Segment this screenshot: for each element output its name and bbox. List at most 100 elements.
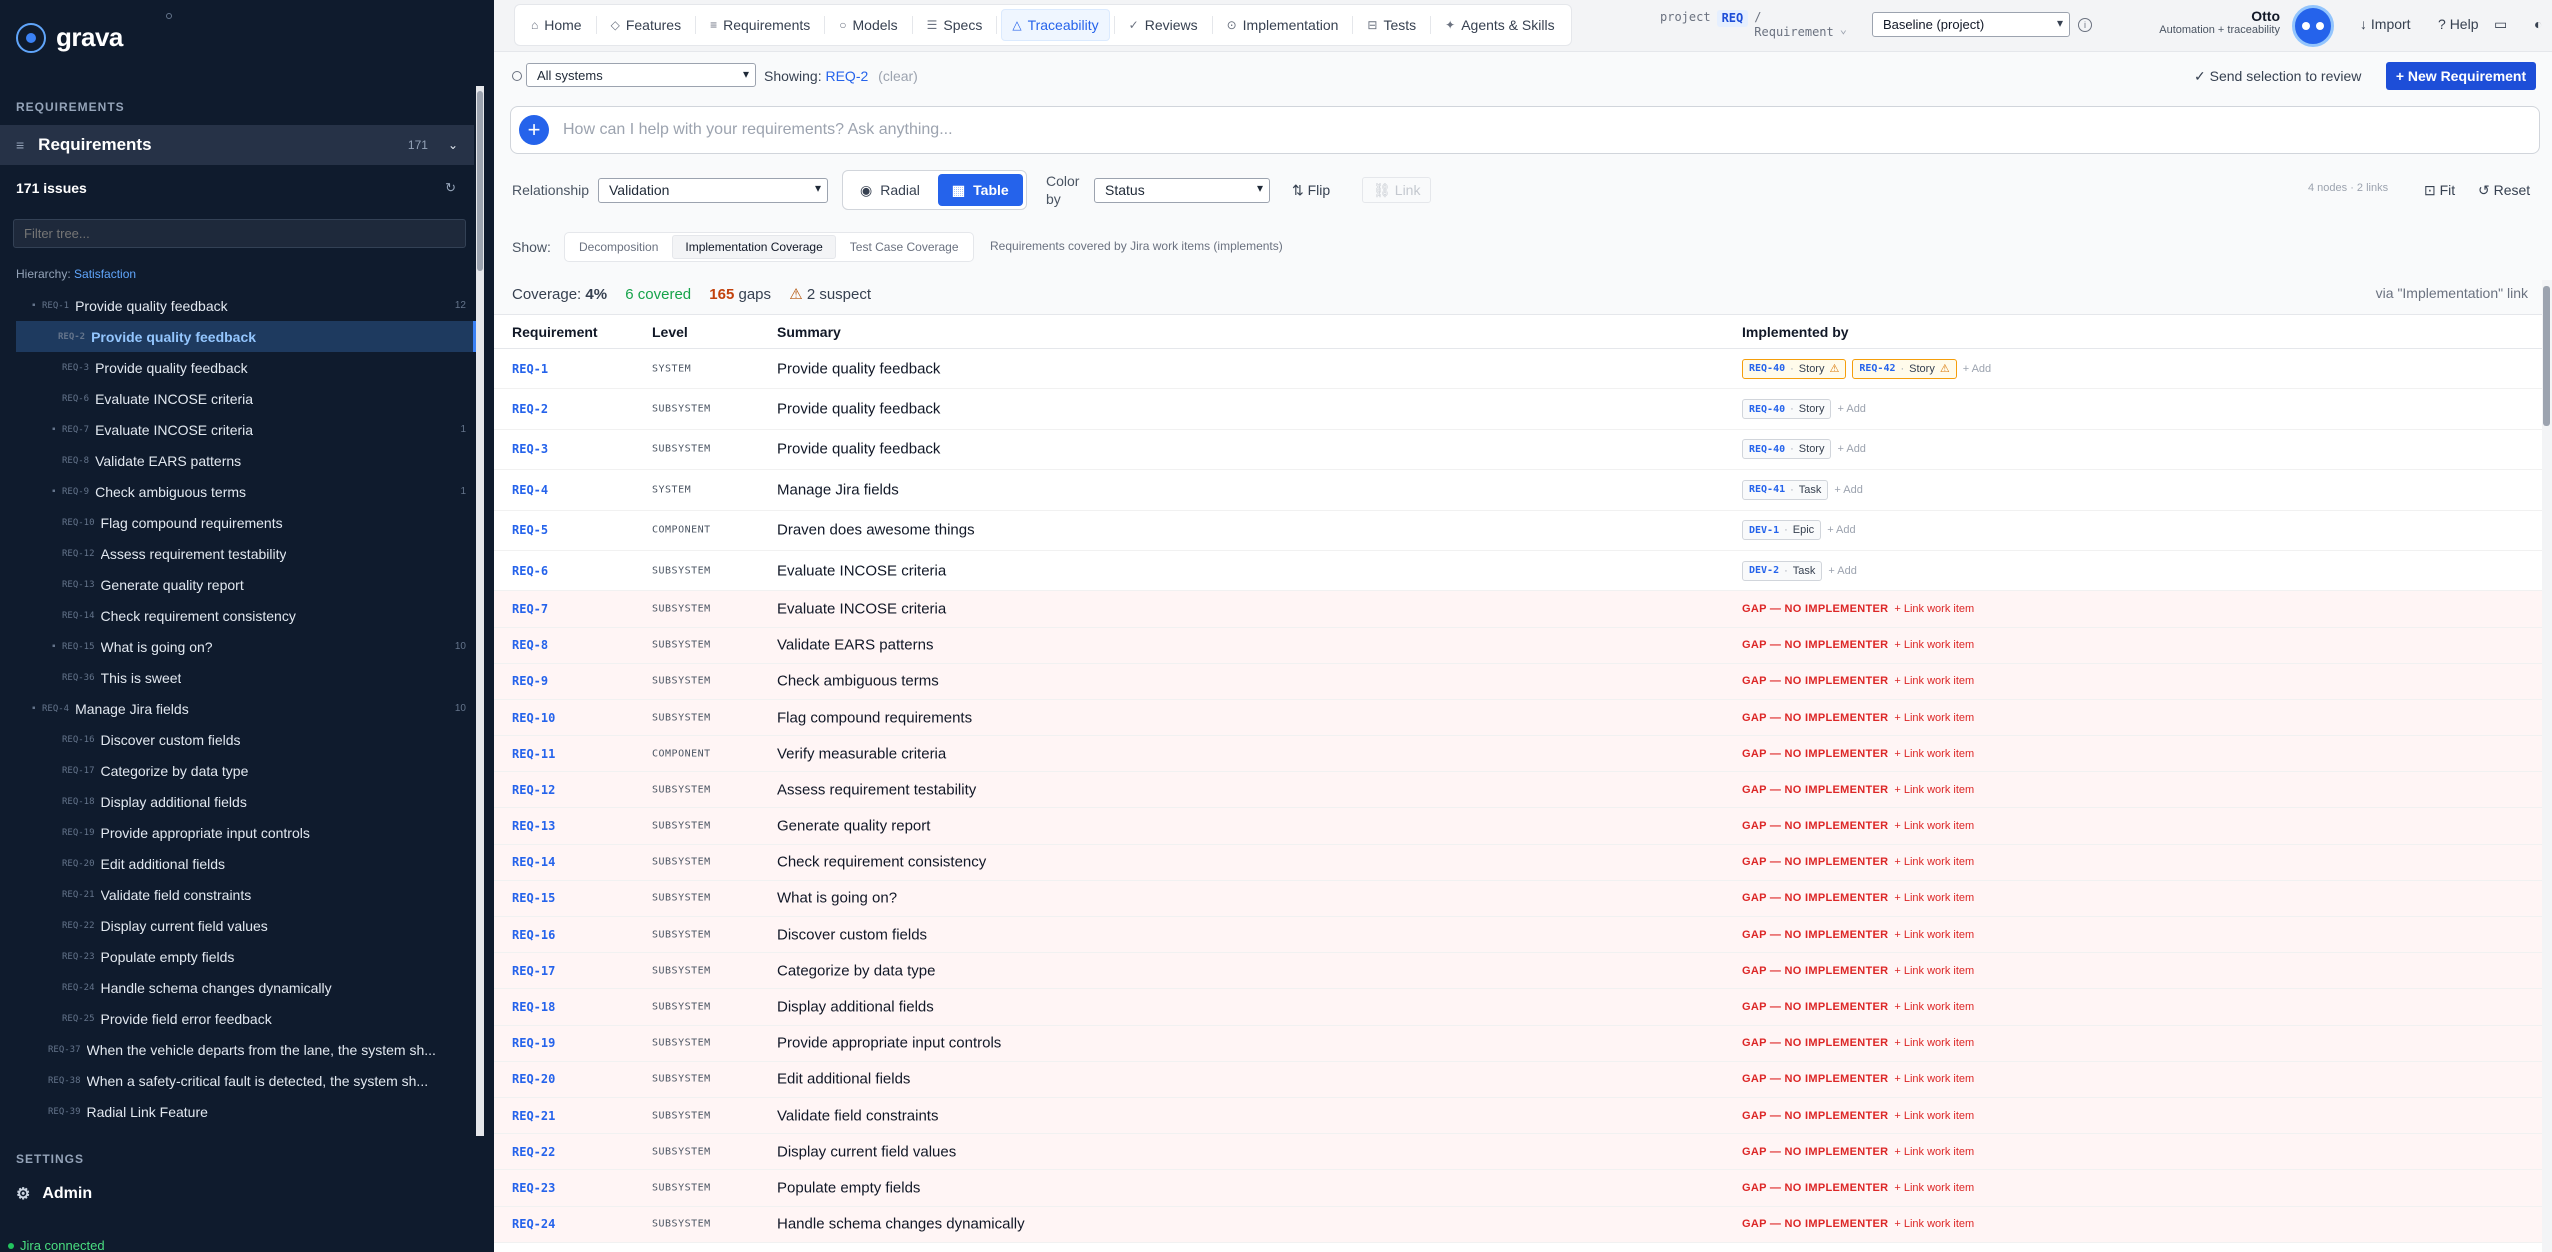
table-row[interactable]: REQ-1 SYSTEM Provide quality feedback REQ-4… <box>494 349 2542 390</box>
link-work-item-button[interactable]: + Link work item <box>1894 748 1974 760</box>
link-work-item-button[interactable]: + Link work item <box>1894 1110 1974 1122</box>
link-work-item-button[interactable]: + Link work item <box>1894 712 1974 724</box>
requirement-id-link[interactable]: REQ-21 <box>512 1109 555 1123</box>
tree-item[interactable]: REQ-10 Flag compound requirements <box>16 507 476 538</box>
show-pill-implementation-coverage[interactable]: Implementation Coverage <box>672 235 836 259</box>
tree-item[interactable]: ▪ REQ-4 Manage Jira fields 10 <box>16 693 476 724</box>
tree-item[interactable]: ▪ REQ-1 Provide quality feedback 12 <box>16 290 476 321</box>
header-requirement[interactable]: Requirement <box>512 324 598 340</box>
tab-agents-skills[interactable]: ✦ Agents & Skills <box>1435 9 1564 41</box>
requirement-id-link[interactable]: REQ-15 <box>512 891 555 905</box>
tab-reviews[interactable]: ✓ Reviews <box>1119 9 1208 41</box>
main-scrollbar[interactable] <box>2542 280 2552 1252</box>
requirement-id-link[interactable]: REQ-9 <box>512 674 548 688</box>
tree-item[interactable]: REQ-8 Validate EARS patterns <box>16 445 476 476</box>
table-row[interactable]: REQ-24 SUBSYSTEM Handle schema changes dyn… <box>494 1206 2542 1243</box>
tab-home[interactable]: ⌂ Home <box>521 9 592 41</box>
tree-item[interactable]: REQ-18 Display additional fields <box>16 786 476 817</box>
table-row[interactable]: REQ-22 SUBSYSTEM Display current field val… <box>494 1134 2542 1171</box>
table-row[interactable]: REQ-17 SUBSYSTEM Categorize by data type GA… <box>494 953 2542 990</box>
table-row[interactable]: REQ-15 SUBSYSTEM What is going on? GAP — NO… <box>494 880 2542 918</box>
table-row[interactable]: REQ-6 SUBSYSTEM Evaluate INCOSE criteria DE… <box>494 551 2542 592</box>
link-work-item-button[interactable]: + Link work item <box>1894 892 1974 904</box>
table-row[interactable]: REQ-19 SUBSYSTEM Provide appropriate input… <box>494 1025 2542 1062</box>
tab-specs[interactable]: ☰ Specs <box>917 9 993 41</box>
system-select[interactable]: All systems <box>526 63 756 87</box>
work-item-chip[interactable]: REQ-40 · Story <box>1742 439 1832 460</box>
requirement-id-link[interactable]: REQ-1 <box>512 362 548 376</box>
chevron-down-icon[interactable]: ⌄ <box>448 138 458 152</box>
show-pill-test-case-coverage[interactable]: Test Case Coverage <box>838 235 971 259</box>
link-work-item-button[interactable]: + Link work item <box>1894 965 1974 977</box>
tree-bullet[interactable]: ▪ <box>52 424 62 435</box>
send-to-review-button[interactable]: ✓ Send selection to review <box>2194 68 2361 85</box>
link-work-item-button[interactable]: + Link work item <box>1894 784 1974 796</box>
avatar[interactable] <box>2292 5 2334 47</box>
tab-implementation[interactable]: ⊙ Implementation <box>1217 9 1349 41</box>
table-row[interactable]: REQ-12 SUBSYSTEM Assess requirement testab… <box>494 772 2542 809</box>
tree-item[interactable]: REQ-37 When the vehicle departs from the … <box>16 1034 476 1065</box>
table-row[interactable]: REQ-13 SUBSYSTEM Generate quality report GA… <box>494 808 2542 845</box>
tree-item[interactable]: ▪ REQ-15 What is going on? 10 <box>16 631 476 662</box>
link-work-item-button[interactable]: + Link work item <box>1894 603 1974 615</box>
link-work-item-button[interactable]: + Link work item <box>1894 929 1974 941</box>
tree-item[interactable]: REQ-36 This is sweet <box>16 662 476 693</box>
tree-item[interactable]: REQ-2 Provide quality feedback <box>16 321 476 352</box>
header-level[interactable]: Level <box>652 324 688 340</box>
tab-requirements[interactable]: ≡ Requirements <box>700 9 820 41</box>
requirement-id-link[interactable]: REQ-17 <box>512 964 555 978</box>
add-work-item-button[interactable]: + Add <box>1837 443 1865 455</box>
tree-bullet[interactable]: ▪ <box>32 300 42 311</box>
show-pill-decomposition[interactable]: Decomposition <box>567 235 670 259</box>
clear-link[interactable]: (clear) <box>878 68 918 84</box>
add-work-item-button[interactable]: + Add <box>1963 363 1991 375</box>
tree-item[interactable]: REQ-23 Populate empty fields <box>16 941 476 972</box>
requirement-id-link[interactable]: REQ-3 <box>512 442 548 456</box>
tab-tests[interactable]: ⊟ Tests <box>1357 9 1426 41</box>
hierarchy-link[interactable]: Satisfaction <box>74 267 136 281</box>
refresh-icon[interactable]: ↻ <box>445 180 456 196</box>
table-row[interactable]: REQ-5 COMPONENT Draven does awesome things… <box>494 511 2542 551</box>
requirement-id-link[interactable]: REQ-8 <box>512 638 548 652</box>
requirement-id-link[interactable]: REQ-14 <box>512 855 555 869</box>
tree-item[interactable]: REQ-20 Edit additional fields <box>16 848 476 879</box>
ask-bar[interactable]: + How can I help with your requirements?… <box>510 106 2540 154</box>
new-requirement-button[interactable]: + New Requirement <box>2386 62 2536 90</box>
link-work-item-button[interactable]: + Link work item <box>1894 1073 1974 1085</box>
table-row[interactable]: REQ-21 SUBSYSTEM Validate field constraint… <box>494 1097 2542 1135</box>
tree-item[interactable]: REQ-13 Generate quality report <box>16 569 476 600</box>
requirement-id-link[interactable]: REQ-5 <box>512 523 548 537</box>
monitor-icon[interactable]: ▭ <box>2494 16 2507 33</box>
tree-item[interactable]: REQ-21 Validate field constraints <box>16 879 476 910</box>
tree-item[interactable]: REQ-16 Discover custom fields <box>16 724 476 755</box>
add-work-item-button[interactable]: + Add <box>1828 565 1856 577</box>
link-work-item-button[interactable]: + Link work item <box>1894 1001 1974 1013</box>
table-row[interactable]: REQ-14 SUBSYSTEM Check requirement consist… <box>494 844 2542 881</box>
add-work-item-button[interactable]: + Add <box>1834 484 1862 496</box>
info-icon[interactable]: i <box>2078 18 2092 32</box>
link-work-item-button[interactable]: + Link work item <box>1894 1037 1974 1049</box>
table-row[interactable]: REQ-8 SUBSYSTEM Validate EARS patterns GAP … <box>494 627 2542 664</box>
tree-item[interactable]: REQ-6 Evaluate INCOSE criteria <box>16 383 476 414</box>
link-work-item-button[interactable]: + Link work item <box>1894 1182 1974 1194</box>
tree-filter-input[interactable] <box>13 219 466 248</box>
tree-item[interactable]: REQ-12 Assess requirement testability <box>16 538 476 569</box>
link-work-item-button[interactable]: + Link work item <box>1894 1218 1974 1230</box>
header-summary[interactable]: Summary <box>777 324 841 340</box>
theme-icon[interactable]: ◐ <box>2534 16 2542 32</box>
tab-models[interactable]: ○ Models <box>829 9 907 41</box>
table-row[interactable]: REQ-2 SUBSYSTEM Provide quality feedback RE… <box>494 389 2542 430</box>
tree-item[interactable]: REQ-14 Check requirement consistency <box>16 600 476 631</box>
link-work-item-button[interactable]: + Link work item <box>1894 1146 1974 1158</box>
requirement-id-link[interactable]: REQ-7 <box>512 602 548 616</box>
add-work-item-button[interactable]: + Add <box>1837 403 1865 415</box>
flip-button[interactable]: ⇅ Flip <box>1292 182 1330 199</box>
tree-item[interactable]: REQ-17 Categorize by data type <box>16 755 476 786</box>
requirement-id-link[interactable]: REQ-23 <box>512 1181 555 1195</box>
table-row[interactable]: REQ-4 SYSTEM Manage Jira fields REQ-41 · Task… <box>494 470 2542 511</box>
requirement-id-link[interactable]: REQ-11 <box>512 747 555 761</box>
filter-radio[interactable] <box>512 71 522 81</box>
project-chevron-icon[interactable]: ⌄ <box>1840 22 1847 37</box>
tree-item[interactable]: REQ-39 Radial Link Feature <box>16 1096 476 1127</box>
tab-traceability[interactable]: △ Traceability <box>1001 9 1110 41</box>
